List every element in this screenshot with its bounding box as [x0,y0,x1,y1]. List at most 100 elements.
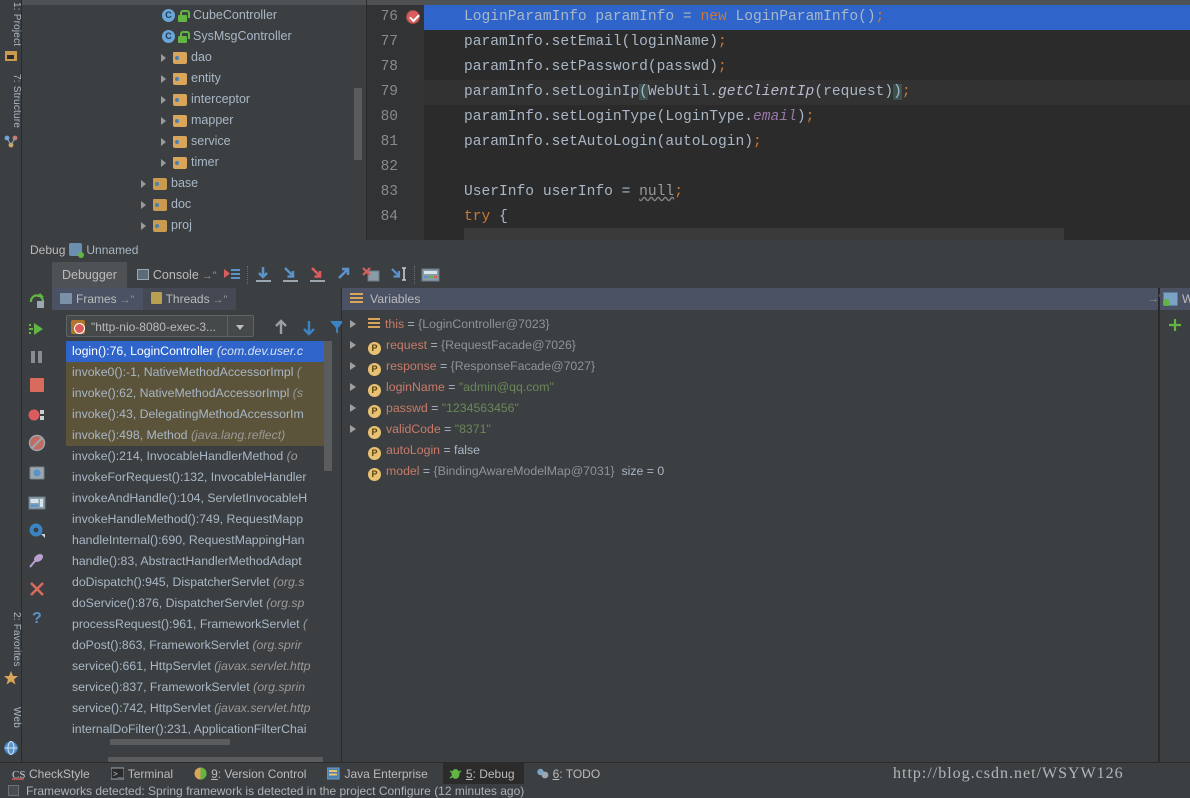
table-row[interactable]: invokeForRequest():132, InvocableHandler [66,467,332,488]
chevron-right-icon[interactable] [140,221,150,231]
restore-layout-icon[interactable] [28,494,46,512]
step-out-icon[interactable] [331,262,358,288]
thread-selector-dropdown[interactable]: "http-nio-8080-exec-3... [66,315,254,337]
table-row[interactable]: processRequest():961, FrameworkServlet ( [66,614,332,635]
run-to-cursor-icon[interactable] [385,262,412,288]
tree-scrollbar[interactable] [354,88,362,160]
list-item[interactable]: Prequest = {RequestFacade@7026} [342,335,1160,356]
table-row[interactable]: internalDoFilter():231, ApplicationFilte… [66,719,332,740]
chevron-right-icon[interactable] [350,404,356,412]
tree-item-folder[interactable]: base [22,173,366,194]
list-item[interactable]: PvalidCode = "8371" [342,419,1160,440]
tab-terminal[interactable]: >_ Terminal [105,763,182,785]
resume-program-icon[interactable] [28,320,46,338]
chevron-right-icon[interactable] [140,200,150,210]
table-row[interactable]: invoke():62, NativeMethodAccessorImpl (s [66,383,332,404]
show-execution-point-icon[interactable] [218,262,245,288]
chevron-right-icon[interactable] [160,53,170,63]
tree-item-folder[interactable]: timer [22,152,366,173]
call-stack-list[interactable]: login():76, LoginController (com.dev.use… [66,341,332,745]
view-breakpoints-icon[interactable] [28,406,46,424]
watches-panel[interactable]: Watches [1160,288,1190,762]
chevron-right-icon[interactable] [140,179,150,189]
table-row[interactable]: doPost():863, FrameworkServlet (org.spri… [66,635,332,656]
chevron-right-icon[interactable] [160,137,170,147]
tree-item-folder[interactable]: entity [22,68,366,89]
table-row[interactable]: service():661, HttpServlet (javax.servle… [66,656,332,677]
frames-vertical-scrollbar[interactable] [324,341,332,471]
tree-item-folder[interactable]: dao [22,47,366,68]
chevron-right-icon[interactable] [160,116,170,126]
table-row[interactable]: invokeHandleMethod():749, RequestMapp [66,509,332,530]
table-row[interactable]: handle():83, AbstractHandlerMethodAdapt [66,551,332,572]
sidebar-item-structure[interactable]: 7: Structure [0,72,22,130]
table-row[interactable]: service():837, FrameworkServlet (org.spr… [66,677,332,698]
chevron-right-icon[interactable] [160,95,170,105]
checkbox[interactable] [8,785,19,796]
tree-item-class[interactable]: C SysMsgController [22,26,366,47]
pause-program-icon[interactable] [28,348,46,366]
mute-breakpoints-icon[interactable] [28,434,46,452]
tab-todo[interactable]: 6: TODO [530,763,610,785]
table-row[interactable]: doDispatch():945, DispatcherServlet (org… [66,572,332,593]
frames-panel[interactable]: Frames →" Threads →" "http-nio-8080-exec-3… [52,288,344,762]
editor-gutter[interactable]: 76 77 78 79 80 81 82 83 84 [367,5,424,240]
chevron-right-icon[interactable] [350,320,356,328]
code-editor[interactable]: 76 77 78 79 80 81 82 83 84 LoginParamInf… [367,0,1190,240]
list-item[interactable]: PloginName = "admin@qq.com" [342,377,1160,398]
table-row[interactable]: invokeAndHandle():104, ServletInvocableH [66,488,332,509]
step-into-icon[interactable] [277,262,304,288]
variables-list[interactable]: this = {LoginController@7023} Prequest =… [342,314,1160,482]
tree-item-folder[interactable]: interceptor [22,89,366,110]
list-item[interactable]: PautoLogin = false [342,440,1160,461]
step-over-icon[interactable] [250,262,277,288]
drop-frame-icon[interactable] [358,262,385,288]
tab-checkstyle[interactable]: CS CheckStyle [6,763,99,785]
table-row[interactable]: invoke():498, Method (java.lang.reflect) [66,425,332,446]
tree-item-folder[interactable]: mapper [22,110,366,131]
table-row[interactable]: login():76, LoginController (com.dev.use… [66,341,332,362]
tree-item-folder[interactable]: service [22,131,366,152]
table-row[interactable]: invoke0():-1, NativeMethodAccessorImpl ( [66,362,332,383]
list-item[interactable]: Pmodel = {BindingAwareModelMap@7031} siz… [342,461,1160,482]
variables-panel[interactable]: Variables this = {LoginController@7023} … [342,288,1160,762]
add-watch-button[interactable] [1168,318,1182,332]
sidebar-item-web[interactable]: Web [0,705,22,730]
breakpoint-icon[interactable] [406,10,420,24]
arrow-up-icon[interactable] [272,318,290,339]
evaluate-expression-icon[interactable] [417,262,444,288]
chevron-right-icon[interactable] [160,74,170,84]
table-row[interactable]: invoke():43, DelegatingMethodAccessorIm [66,404,332,425]
tab-version-control[interactable]: 9: Version Control [188,763,315,785]
sidebar-item-favorites[interactable]: 2: Favorites [0,610,22,669]
tab-frames[interactable]: Frames →" [52,288,143,310]
frames-horizontal-scrollbar[interactable] [110,739,230,745]
stop-icon[interactable] [28,376,46,394]
table-row[interactable]: handleInternal():690, RequestMappingHan [66,530,332,551]
tree-item-folder[interactable]: doc [22,194,366,215]
project-tree-panel[interactable]: C CubeController C SysMsgController dao en… [22,0,367,240]
tab-java-enterprise[interactable]: Java Enterprise [321,763,436,785]
chevron-right-icon[interactable] [350,383,356,391]
table-row[interactable]: service():742, HttpServlet (javax.servle… [66,698,332,719]
list-item[interactable]: this = {LoginController@7023} [342,314,1160,335]
tab-console[interactable]: Console →" [127,262,227,288]
tab-threads[interactable]: Threads →" [142,288,236,310]
chevron-right-icon[interactable] [160,158,170,168]
sidebar-item-project[interactable]: 1: Project [0,0,22,48]
table-row[interactable]: doService():876, DispatcherServlet (org.… [66,593,332,614]
help-icon[interactable]: ? [28,608,46,627]
pin-tab-icon[interactable] [28,552,46,570]
force-step-into-icon[interactable] [304,262,331,288]
chevron-right-icon[interactable] [350,341,356,349]
tree-item-class[interactable]: C CubeController [22,5,366,26]
arrow-down-icon[interactable] [300,318,318,339]
editor-code-area[interactable]: LoginParamInfo paramInfo = new LoginPara… [424,5,1190,240]
rerun-icon[interactable] [28,292,46,310]
list-item[interactable]: Ppasswd = "1234563456" [342,398,1160,419]
list-item[interactable]: Presponse = {ResponseFacade@7027} [342,356,1160,377]
settings-icon[interactable] [28,522,46,540]
close-icon[interactable] [28,580,46,598]
tree-item-folder[interactable]: proj [22,215,366,236]
get-thread-dump-icon[interactable] [28,464,46,482]
